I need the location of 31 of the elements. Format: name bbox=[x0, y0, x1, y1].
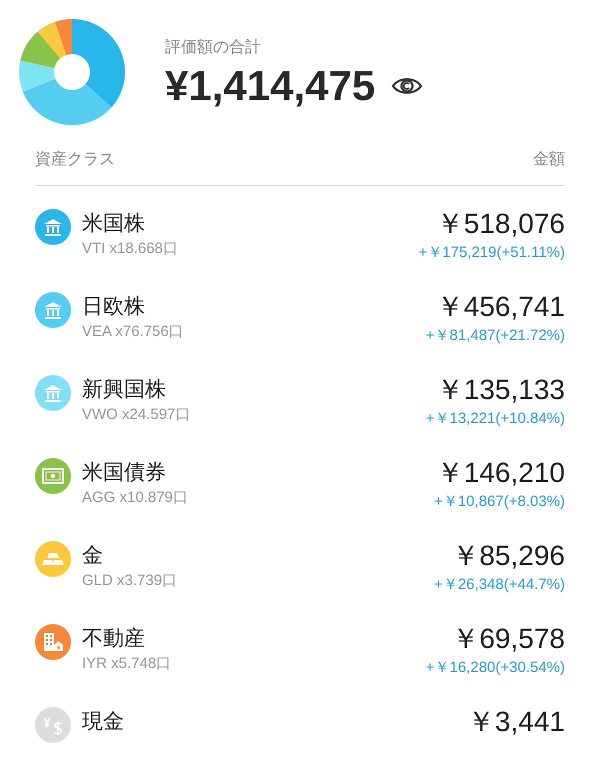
asset-gain: +￥10,867(+8.03%) bbox=[434, 492, 565, 512]
asset-gain: +￥16,280(+30.54%) bbox=[426, 658, 565, 678]
asset-name: 現金 bbox=[82, 708, 124, 735]
asset-amount: ￥69,578 bbox=[451, 623, 565, 655]
eye-icon[interactable] bbox=[391, 75, 424, 97]
asset-holding: VEA x76.756口 bbox=[82, 322, 184, 342]
asset-name: 新興国株 bbox=[82, 376, 167, 403]
asset-gain: +￥13,221(+10.84%) bbox=[426, 409, 565, 429]
asset-amount: ￥85,296 bbox=[451, 540, 565, 572]
asset-amount: ￥456,741 bbox=[436, 291, 565, 323]
asset-gain: +￥81,487(+21.72%) bbox=[426, 326, 565, 346]
asset-amount: ￥146,210 bbox=[436, 457, 565, 489]
asset-holding: VWO x24.597口 bbox=[82, 405, 190, 425]
asset-name: 米国株 bbox=[82, 210, 146, 237]
column-header: 金額 bbox=[533, 148, 565, 170]
asset-amount: ￥518,076 bbox=[436, 208, 565, 240]
total-label: 評価額の合計 bbox=[165, 37, 262, 57]
asset-name: 米国債券 bbox=[82, 459, 167, 486]
asset-gain: +￥175,219(+51.11%) bbox=[418, 243, 565, 263]
asset-holding: GLD x3.739口 bbox=[82, 571, 178, 591]
asset-amount: ￥3,441 bbox=[466, 706, 565, 738]
asset-amount: ￥135,133 bbox=[436, 374, 565, 406]
asset-holding: VTI x18.668口 bbox=[82, 239, 178, 259]
asset-name: 日欧株 bbox=[82, 293, 146, 320]
asset-gain: +￥26,348(+44.7%) bbox=[434, 575, 565, 595]
asset-name: 不動産 bbox=[82, 625, 146, 652]
column-header: 資産クラス bbox=[35, 148, 115, 170]
total-value: ¥1,414,475 bbox=[165, 65, 376, 107]
asset-name: 金 bbox=[82, 542, 104, 569]
asset-holding: IYR x5.748口 bbox=[82, 654, 172, 674]
asset-holding: AGG x10.879口 bbox=[82, 488, 188, 508]
